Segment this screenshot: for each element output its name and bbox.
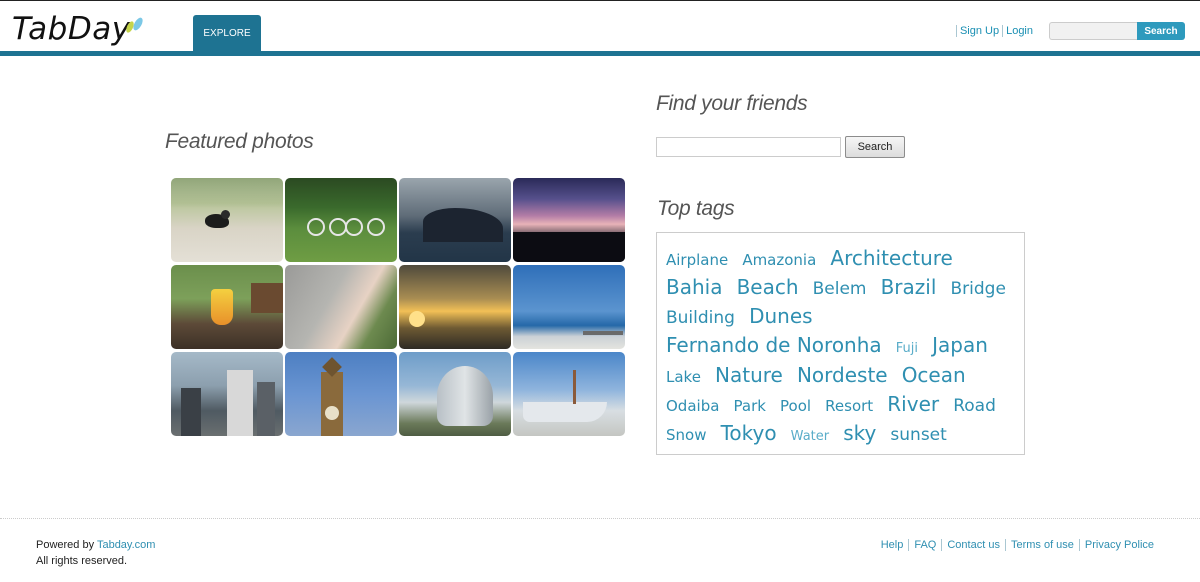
header-search-button[interactable]: Search xyxy=(1137,22,1185,40)
contact-us-link[interactable]: Contact us xyxy=(941,539,1005,551)
big-ben-photo[interactable] xyxy=(285,352,397,436)
tabday-link[interactable]: Tabday.com xyxy=(97,539,156,551)
header: TabDay EXPLORE Sign Up Login Search xyxy=(0,0,1200,56)
rights-text: All rights reserved. xyxy=(36,555,128,567)
tag-link[interactable]: Dunes xyxy=(749,303,812,330)
pier-sea-photo[interactable] xyxy=(513,265,625,349)
bridge-sunset-photo[interactable] xyxy=(399,265,511,349)
tag-link[interactable]: Ocean xyxy=(902,362,966,389)
city-skyline-photo[interactable] xyxy=(171,352,283,436)
city-hall-photo[interactable] xyxy=(399,352,511,436)
island-photo[interactable] xyxy=(399,178,511,262)
find-friends-title: Find your friends xyxy=(656,92,808,115)
tag-link[interactable]: Water xyxy=(791,423,829,450)
top-links: Sign Up Login xyxy=(955,25,1036,37)
logo-leaves-icon xyxy=(126,17,143,33)
tag-link[interactable]: Beach xyxy=(737,274,799,301)
tag-link[interactable]: sky xyxy=(843,420,876,447)
tag-link[interactable]: Park xyxy=(734,393,766,420)
tag-link[interactable]: Bridge xyxy=(950,276,1005,303)
tab-explore[interactable]: EXPLORE xyxy=(193,15,261,52)
tag-link[interactable]: Brazil xyxy=(881,274,937,301)
sign-up-link[interactable]: Sign Up xyxy=(955,25,1002,37)
tag-link[interactable]: Odaiba xyxy=(666,393,719,420)
login-link[interactable]: Login xyxy=(1002,25,1036,37)
tag-link[interactable]: Architecture xyxy=(830,245,952,272)
tag-link[interactable]: Fernando de Noronha xyxy=(666,332,882,359)
tag-link[interactable]: Lake xyxy=(666,364,701,391)
tag-link[interactable]: Tokyo xyxy=(721,420,777,447)
tag-link[interactable]: Amazonia xyxy=(742,247,816,274)
powered-by-text: Powered by xyxy=(36,539,95,551)
header-bar xyxy=(0,51,1200,56)
tag-link[interactable]: Building xyxy=(666,305,735,332)
friends-search-input[interactable] xyxy=(656,137,841,157)
bird-photo[interactable] xyxy=(171,178,283,262)
header-search-input[interactable] xyxy=(1049,22,1137,40)
header-search: Search xyxy=(1049,22,1185,40)
top-tags-title: Top tags xyxy=(657,197,735,220)
tag-cloud: Airplane Amazonia Architecture Bahia Bea… xyxy=(656,232,1025,455)
help-link[interactable]: Help xyxy=(876,539,909,551)
footer-credits: Powered by Tabday.com All rights reserve… xyxy=(36,537,155,569)
terms-link[interactable]: Terms of use xyxy=(1004,539,1079,551)
footer-links: Help FAQ Contact us Terms of use Privacy… xyxy=(876,539,1159,551)
tag-link[interactable]: Fuji xyxy=(896,335,918,362)
tag-link[interactable]: Bahia xyxy=(666,274,722,301)
tag-link[interactable]: Belem xyxy=(813,276,867,303)
bicycles-photo[interactable] xyxy=(285,178,397,262)
beach-aerial-photo[interactable] xyxy=(285,265,397,349)
sunset-lake-photo[interactable] xyxy=(513,178,625,262)
featured-photos-title: Featured photos xyxy=(165,130,314,153)
photo-grid xyxy=(171,178,626,436)
friends-search-button[interactable]: Search xyxy=(845,136,905,158)
tag-link[interactable]: Pool xyxy=(780,393,811,420)
footer-divider xyxy=(0,518,1200,519)
privacy-link[interactable]: Privacy Police xyxy=(1078,539,1159,551)
tag-link[interactable]: Snow xyxy=(666,422,706,449)
tag-link[interactable]: River xyxy=(887,391,939,418)
tag-link[interactable]: Airplane xyxy=(666,247,728,274)
tag-list: Airplane Amazonia Architecture Bahia Bea… xyxy=(666,245,1015,450)
tag-link[interactable]: Resort xyxy=(825,393,873,420)
tag-link[interactable]: Japan xyxy=(932,332,988,359)
tag-link[interactable]: Road xyxy=(953,393,996,420)
logo[interactable]: TabDay xyxy=(12,11,131,47)
faq-link[interactable]: FAQ xyxy=(908,539,941,551)
cocktail-photo[interactable] xyxy=(171,265,283,349)
tag-link[interactable]: Nature xyxy=(715,362,783,389)
tag-link[interactable]: sunset xyxy=(890,422,946,449)
tag-link[interactable]: Nordeste xyxy=(797,362,888,389)
boat-photo[interactable] xyxy=(513,352,625,436)
